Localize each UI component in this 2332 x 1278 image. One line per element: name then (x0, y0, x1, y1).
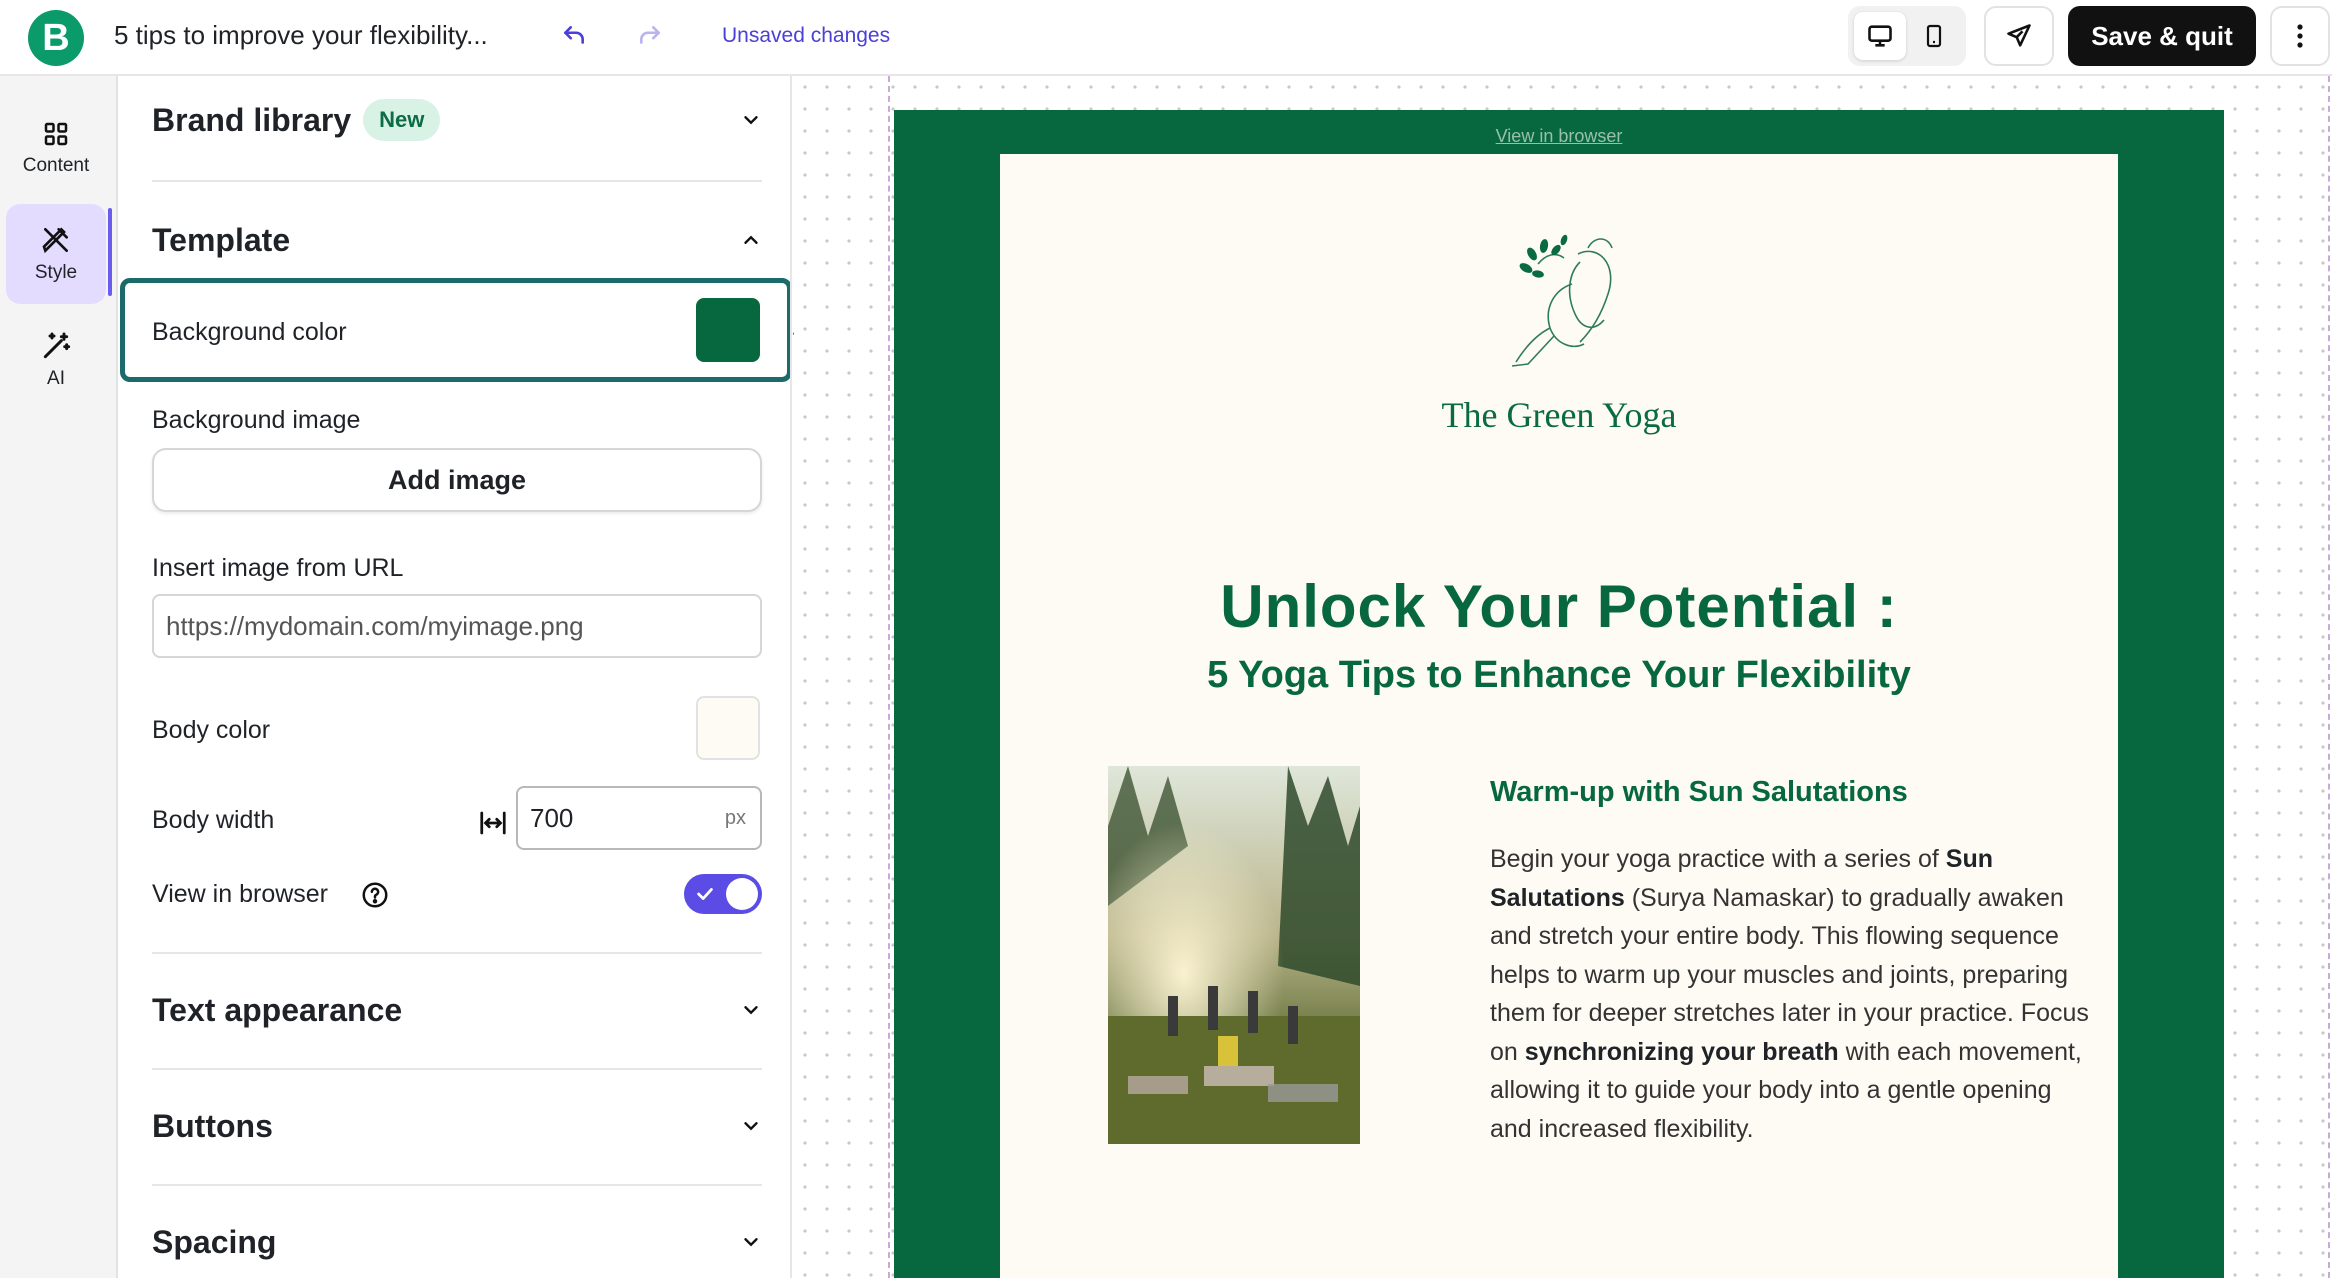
section-template[interactable]: Template (152, 210, 762, 270)
redo-icon (640, 26, 660, 44)
grid-icon (44, 122, 68, 146)
section-buttons[interactable]: Buttons (152, 1096, 762, 1156)
rail-label-content: Content (22, 155, 90, 176)
rail-item-ai[interactable]: AI (6, 310, 106, 410)
rail-item-content[interactable]: Content (6, 98, 106, 198)
body-color-swatch[interactable] (696, 696, 760, 760)
section-brand-library[interactable]: Brand library New (152, 90, 762, 150)
desktop-preview-button[interactable] (1854, 12, 1906, 60)
yoga-class-photo[interactable] (1108, 766, 1360, 1144)
spacing-title: Spacing (152, 1223, 277, 1260)
body-width-value: 700 (530, 802, 574, 833)
brand-library-heading: Brand library New (152, 99, 441, 141)
background-color-label: Background color (152, 318, 347, 346)
mobile-icon (1926, 24, 1942, 48)
image-url-input[interactable]: https://mydomain.com/myimage.png (152, 594, 762, 658)
rail-item-style[interactable]: Style (6, 204, 106, 304)
yoga-logo-icon (1511, 234, 1613, 367)
style-settings-panel: Brand library New Template Background co… (120, 76, 792, 1278)
more-vertical-icon (2297, 24, 2303, 48)
tip-text-part: Begin your yoga practice with a series o… (1490, 845, 1946, 873)
rail-label-style: Style (34, 262, 78, 283)
brand-name: The Green Yoga (1441, 395, 1677, 435)
undo-icon (564, 26, 584, 44)
body-width-label: Body width (152, 806, 275, 834)
more-options-button[interactable] (2270, 6, 2330, 66)
body-width-unit: px (724, 806, 746, 829)
add-image-button[interactable]: Add image (152, 448, 762, 512)
app-logo[interactable]: B (28, 10, 84, 66)
tip-paragraph[interactable]: Begin your yoga practice with a series o… (1490, 840, 2100, 1148)
insert-url-label: Insert image from URL (152, 554, 404, 582)
email-subheadline[interactable]: 5 Yoga Tips to Enhance Your Flexibility (1000, 654, 2118, 697)
background-image-label: Background image (152, 406, 361, 434)
body-color-label: Body color (152, 716, 271, 744)
canvas-guide-right (2328, 76, 2330, 1278)
desktop-icon (1868, 25, 1892, 47)
chevron-down-icon (744, 1238, 758, 1247)
left-rail: Content Style AI (0, 76, 118, 1278)
email-background[interactable]: View in browser The Green Yoga Unlock Yo… (894, 110, 2224, 1278)
editor-canvas[interactable]: View in browser The Green Yoga Unlock Yo… (794, 76, 2332, 1278)
rail-label-ai: AI (47, 368, 65, 389)
check-icon (697, 888, 713, 900)
chevron-up-icon (744, 235, 758, 244)
device-toggle-group (1848, 6, 1966, 66)
document-title[interactable]: 5 tips to improve your flexibility... (114, 20, 488, 51)
rail-active-indicator (108, 208, 112, 296)
body-width-input[interactable]: 700 px (516, 786, 762, 850)
style-pen-icon (42, 227, 68, 254)
mobile-preview-button[interactable] (1908, 12, 1960, 60)
view-in-browser-link[interactable]: View in browser (894, 126, 2224, 147)
buttons-title: Buttons (152, 1107, 273, 1144)
section-text-appearance[interactable]: Text appearance (152, 980, 762, 1040)
view-in-browser-label: View in browser (152, 880, 329, 908)
section-spacing[interactable]: Spacing (152, 1212, 762, 1272)
divider (152, 1068, 762, 1070)
brand-library-title: Brand library (152, 101, 352, 138)
magic-wand-icon (43, 332, 71, 359)
chevron-down-icon (744, 116, 758, 125)
text-appearance-title: Text appearance (152, 991, 403, 1028)
chevron-down-icon (744, 1006, 758, 1015)
view-in-browser-toggle[interactable] (684, 874, 762, 914)
email-headline[interactable]: Unlock Your Potential : (1000, 572, 2118, 641)
tip-title[interactable]: Warm-up with Sun Salutations (1490, 776, 1908, 809)
chevron-down-icon (744, 1122, 758, 1131)
new-badge: New (363, 99, 441, 141)
background-color-swatch[interactable] (696, 298, 760, 362)
width-resize-icon (480, 811, 506, 835)
unsaved-status: Unsaved changes (722, 24, 891, 47)
undo-button[interactable] (556, 18, 592, 54)
tip-bold-part: synchronizing your breath (1524, 1037, 1839, 1066)
toggle-knob (726, 878, 758, 910)
photo-image (1108, 766, 1360, 1144)
save-quit-button[interactable]: Save & quit (2068, 6, 2256, 66)
help-circle-icon[interactable] (360, 880, 390, 910)
canvas-guide-left (888, 76, 890, 1278)
divider (152, 1184, 762, 1186)
divider (152, 952, 762, 954)
send-icon (2007, 24, 2031, 47)
template-title: Template (152, 221, 291, 258)
email-body[interactable]: The Green Yoga Unlock Your Potential : 5… (1000, 154, 2118, 1278)
top-bar: B 5 tips to improve your flexibility... … (0, 0, 2332, 76)
divider (152, 180, 762, 182)
send-test-button[interactable] (1984, 6, 2054, 66)
redo-button[interactable] (632, 18, 668, 54)
